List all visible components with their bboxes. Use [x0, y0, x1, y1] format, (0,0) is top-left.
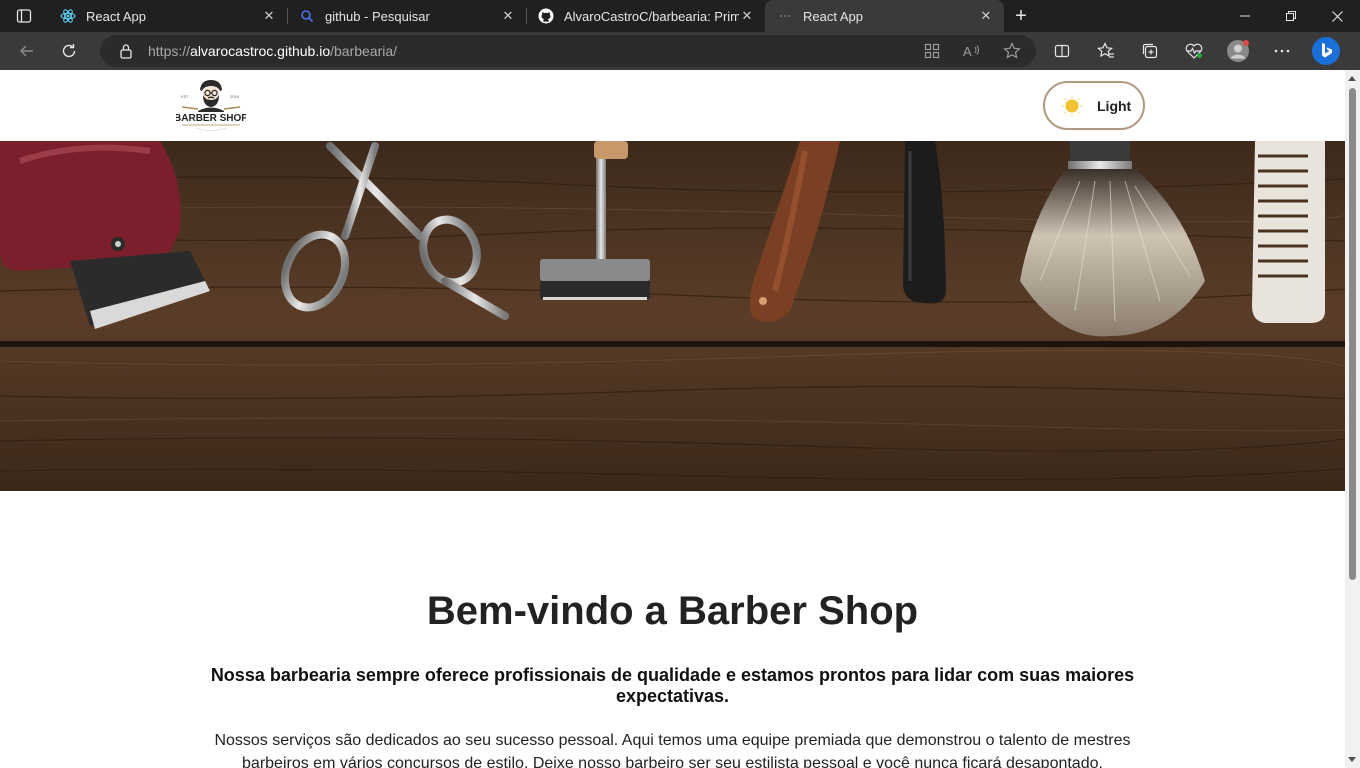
close-tab-icon[interactable]: ✕	[739, 8, 755, 24]
more-options-icon	[1274, 49, 1290, 53]
collections-icon	[1142, 43, 1158, 59]
close-tab-icon[interactable]: ✕	[500, 8, 516, 24]
browser-tab[interactable]: github - Pesquisar ✕	[287, 0, 526, 32]
page-scrollbar[interactable]	[1345, 70, 1360, 768]
avatar-icon	[1227, 40, 1249, 62]
browser-essentials-button[interactable]	[1172, 32, 1216, 70]
loading-icon	[777, 8, 793, 24]
browser-tab-strip: React App ✕ github - Pesquisar ✕ AlvaroC…	[0, 0, 1360, 32]
browser-tab[interactable]: React App ✕	[48, 0, 287, 32]
profile-button[interactable]	[1216, 32, 1260, 70]
theme-toggle-label: Light	[1097, 97, 1132, 114]
split-screen-icon	[1054, 44, 1070, 58]
restore-icon	[1286, 11, 1296, 21]
browser-toolbar: https://alvarocastroc.github.io/barbeari…	[0, 32, 1360, 70]
close-tab-icon[interactable]: ✕	[978, 8, 994, 24]
refresh-button[interactable]	[48, 32, 90, 70]
theme-toggle-button[interactable]: Light	[1043, 81, 1145, 130]
site-header: EST 2016 BARBER SHOP Light	[0, 70, 1345, 141]
read-aloud-icon[interactable]: A	[962, 41, 982, 61]
url-scheme: https://	[148, 43, 191, 59]
tab-title: React App	[86, 8, 146, 24]
new-tab-button[interactable]: +	[1004, 0, 1038, 32]
minimize-button[interactable]	[1222, 0, 1268, 32]
tab-actions-icon	[16, 9, 32, 23]
address-bar[interactable]: https://alvarocastroc.github.io/barbeari…	[100, 35, 1036, 67]
favorites-button[interactable]	[1084, 32, 1128, 70]
restore-button[interactable]	[1268, 0, 1314, 32]
logo-year: 2016	[230, 94, 240, 99]
refresh-icon	[62, 44, 76, 58]
tab-title: github - Pesquisar	[325, 8, 430, 24]
logo-text: BARBER SHOP	[176, 113, 246, 124]
url-path: /barbearia/	[330, 43, 398, 59]
search-icon	[299, 8, 315, 24]
close-icon	[1331, 10, 1343, 22]
app-available-icon[interactable]	[922, 41, 942, 61]
minimize-icon	[1240, 15, 1250, 17]
favorite-star-icon[interactable]	[1002, 41, 1022, 61]
barber-shop-logo[interactable]: EST 2016 BARBER SHOP	[174, 78, 248, 134]
welcome-paragraph: Nossos serviços são dedicados ao seu suc…	[214, 732, 1131, 768]
hero-banner-image	[0, 141, 1345, 491]
lock-icon	[118, 43, 134, 59]
sun-icon	[1061, 94, 1083, 117]
window-controls	[1222, 0, 1360, 32]
scroll-down-arrow-icon[interactable]	[1348, 757, 1356, 762]
react-icon	[60, 8, 76, 24]
tab-title: AlvaroCastroC/barbearia: Primeir	[564, 8, 739, 24]
page-title: Bem-vindo a Barber Shop	[426, 589, 919, 633]
heart-pulse-icon	[1185, 43, 1203, 59]
settings-menu-button[interactable]	[1260, 32, 1304, 70]
close-window-button[interactable]	[1314, 0, 1360, 32]
browser-tab[interactable]: AlvaroCastroC/barbearia: Primeir ✕	[526, 0, 765, 32]
logo-est: EST	[181, 94, 189, 99]
back-button[interactable]	[6, 32, 48, 70]
browser-tab-active[interactable]: React App ✕	[765, 0, 1004, 32]
url-host: alvarocastroc.github.io	[190, 43, 331, 59]
scroll-up-arrow-icon[interactable]	[1348, 76, 1356, 81]
scrollbar-thumb[interactable]	[1349, 88, 1356, 580]
tab-title: React App	[803, 8, 863, 24]
split-screen-button[interactable]	[1040, 32, 1084, 70]
collections-button[interactable]	[1128, 32, 1172, 70]
welcome-subtitle: Nossa barbearia sempre oferece profissio…	[210, 665, 1135, 706]
tab-actions-button[interactable]	[0, 0, 48, 32]
url-text: https://alvarocastroc.github.io/barbeari…	[148, 43, 397, 59]
back-arrow-icon	[20, 45, 33, 57]
svg-text:A: A	[963, 44, 972, 59]
bing-copilot-button[interactable]	[1304, 32, 1348, 70]
close-tab-icon[interactable]: ✕	[261, 8, 277, 24]
page-viewport: EST 2016 BARBER SHOP Light Bem-vindo a B…	[0, 70, 1360, 768]
bing-icon	[1312, 37, 1340, 65]
github-icon	[538, 8, 554, 24]
favorites-icon	[1097, 42, 1114, 58]
